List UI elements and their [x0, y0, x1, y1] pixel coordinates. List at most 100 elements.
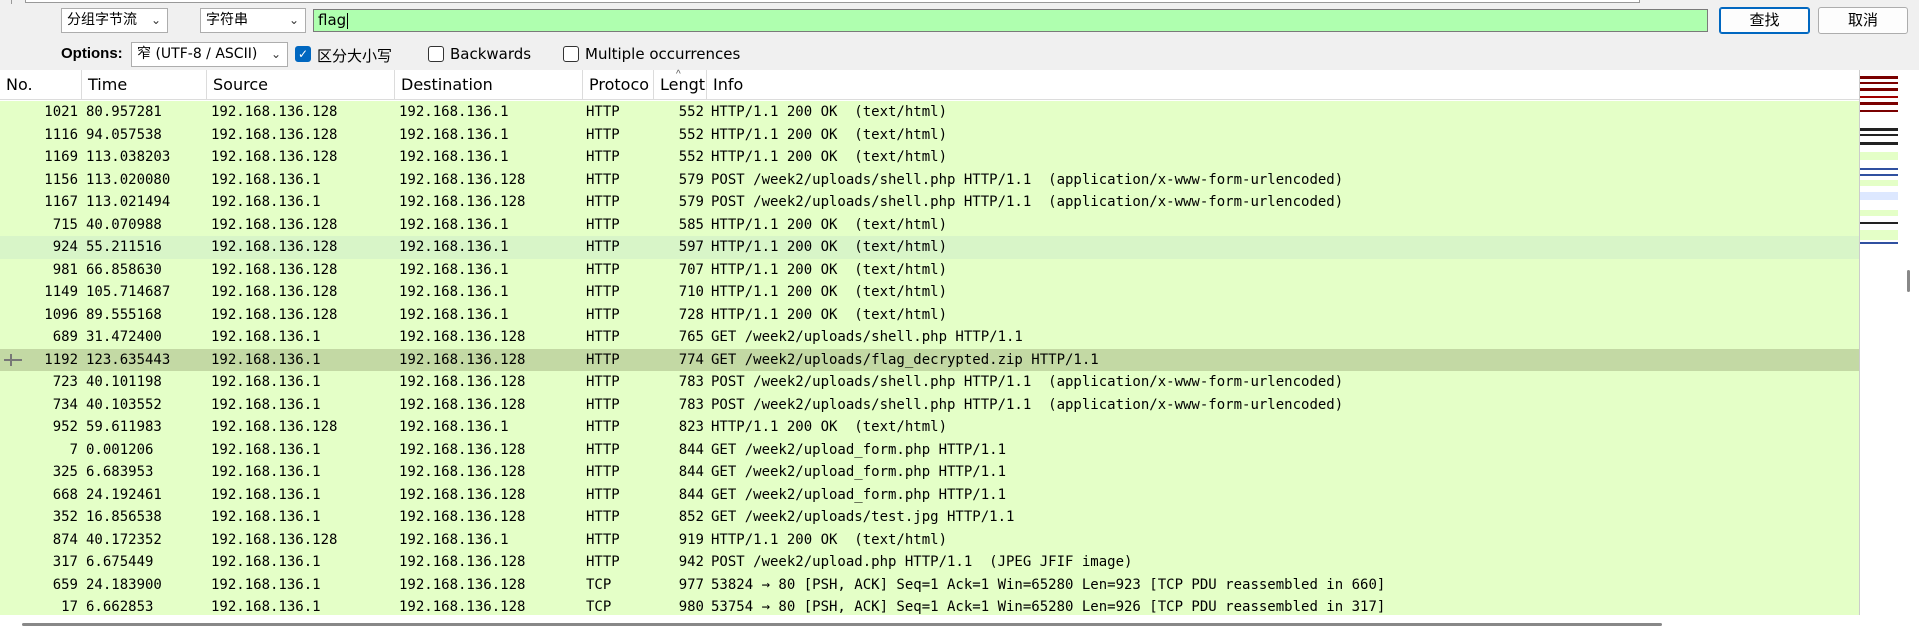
- packet-length: 919: [678, 531, 704, 548]
- packet-protocol: HTTP: [586, 171, 620, 188]
- packet-protocol: HTTP: [586, 351, 620, 368]
- packet-destination: 192.168.136.1: [399, 104, 509, 120]
- packet-destination: 192.168.136.1: [399, 419, 509, 435]
- packet-length: 579: [678, 171, 704, 188]
- packet-destination: 192.168.136.128: [399, 171, 526, 188]
- minimap-mark: [1860, 96, 1898, 98]
- packet-info: HTTP/1.1 200 OK (text/html): [711, 261, 948, 278]
- column-header-no[interactable]: No.: [0, 70, 82, 100]
- minimap-mark: [1860, 222, 1898, 224]
- packet-destination: 192.168.136.128: [399, 441, 526, 458]
- vertical-scrollbar-thumb[interactable]: [1907, 270, 1910, 292]
- packet-source: 192.168.136.1: [211, 441, 321, 458]
- minimap-mark: [1860, 242, 1898, 244]
- column-header-source[interactable]: Source: [207, 70, 395, 100]
- packet-row[interactable]: 17 6.662853 192.168.136.1 192.168.136.128 TC…: [0, 596, 1859, 615]
- column-header-time[interactable]: Time: [82, 70, 207, 100]
- packet-row[interactable]: 952 59.611983 192.168.136.128 192.168.136.1…: [0, 416, 1859, 439]
- horizontal-scrollbar[interactable]: [0, 615, 1919, 631]
- packet-row[interactable]: 981 66.858630 192.168.136.128 192.168.136.1…: [0, 258, 1859, 281]
- packet-row[interactable]: 715 40.070988 192.168.136.128 192.168.136.1…: [0, 213, 1859, 236]
- packet-minimap[interactable]: [1859, 70, 1899, 615]
- minimap-mark: [1860, 134, 1898, 136]
- packet-row[interactable]: 659 24.183900 192.168.136.1 192.168.136.128…: [0, 573, 1859, 596]
- packet-length: 707: [678, 261, 704, 278]
- packet-time: 113.021494: [86, 194, 171, 210]
- search-type-select[interactable]: 字符串 ⌄: [200, 8, 306, 33]
- minimap-mark: [1860, 110, 1898, 112]
- packet-protocol: HTTP: [586, 104, 620, 120]
- backwards-checkbox[interactable]: [428, 46, 444, 62]
- packet-protocol: HTTP: [586, 149, 620, 165]
- search-input[interactable]: flag: [313, 9, 1708, 32]
- case-sensitive-label: 区分大小写: [317, 47, 393, 65]
- top-strip-bar: [25, 0, 1640, 3]
- packet-destination: 192.168.136.128: [399, 554, 526, 570]
- packet-protocol: HTTP: [586, 284, 620, 300]
- packet-length: 774: [678, 351, 704, 368]
- packet-row[interactable]: 689 31.472400 192.168.136.1 192.168.136.128…: [0, 326, 1859, 349]
- packet-number: 1116: [44, 126, 78, 143]
- packet-row[interactable]: 1169 113.038203 192.168.136.128 192.168.136…: [0, 146, 1859, 169]
- multiple-occurrences-checkbox[interactable]: [563, 46, 579, 62]
- packet-number: 1149: [44, 284, 78, 300]
- minimap-mark: [1860, 88, 1898, 91]
- horizontal-scrollbar-thumb[interactable]: [22, 623, 1662, 626]
- packet-info: HTTP/1.1 200 OK (text/html): [711, 531, 948, 548]
- packet-source: 192.168.136.128: [211, 284, 338, 300]
- packet-row[interactable]: 317 6.675449 192.168.136.1 192.168.136.128 H…: [0, 551, 1859, 574]
- packet-number: 317: [52, 554, 78, 570]
- packet-info: GET /week2/upload_form.php HTTP/1.1: [711, 441, 1007, 458]
- display-format-select[interactable]: 分组字节流 ⌄: [61, 8, 168, 33]
- packet-source: 192.168.136.1: [211, 374, 321, 390]
- packet-source: 192.168.136.1: [211, 464, 321, 480]
- packet-time: 94.057538: [86, 126, 162, 143]
- packet-destination: 192.168.136.128: [399, 329, 526, 345]
- packet-length: 783: [678, 396, 704, 413]
- packet-row[interactable]: 325 6.683953 192.168.136.1 192.168.136.128 H…: [0, 461, 1859, 484]
- packet-source: 192.168.136.128: [211, 306, 338, 323]
- packet-row[interactable]: 352 16.856538 192.168.136.1 192.168.136.128…: [0, 506, 1859, 529]
- packet-row[interactable]: 874 40.172352 192.168.136.128 192.168.136.1…: [0, 528, 1859, 551]
- column-header-info[interactable]: Info: [707, 70, 1859, 100]
- packet-length: 552: [678, 149, 704, 165]
- minimap-mark: [1860, 230, 1898, 240]
- packet-number: 952: [52, 419, 78, 435]
- column-header-protocol[interactable]: Protoco: [583, 70, 654, 100]
- packet-row[interactable]: 1167 113.021494 192.168.136.1 192.168.136.1…: [0, 191, 1859, 214]
- packet-row[interactable]: 1096 89.555168 192.168.136.128 192.168.136.…: [0, 303, 1859, 326]
- packet-row[interactable]: 1156 113.020080 192.168.136.1 192.168.136.1…: [0, 168, 1859, 191]
- packet-source: 192.168.136.1: [211, 171, 321, 188]
- packet-destination: 192.168.136.128: [399, 194, 526, 210]
- packet-number: 689: [52, 329, 78, 345]
- packet-time: 6.662853: [86, 599, 154, 615]
- find-button[interactable]: 查找: [1719, 7, 1810, 34]
- packet-time: 40.101198: [86, 374, 162, 390]
- options-row: Options: 窄 (UTF-8 / ASCII) ⌄ ✓ 区分大小写 Bac…: [0, 41, 1919, 69]
- packet-row[interactable]: 1149 105.714687 192.168.136.128 192.168.136…: [0, 281, 1859, 304]
- packet-destination: 192.168.136.128: [399, 464, 526, 480]
- packet-row[interactable]: 1192 123.635443 192.168.136.1 192.168.136.1…: [0, 348, 1859, 371]
- packet-row[interactable]: 924 55.211516 192.168.136.128 192.168.136.1…: [0, 236, 1859, 259]
- packet-row[interactable]: 668 24.192461 192.168.136.1 192.168.136.128…: [0, 483, 1859, 506]
- packet-row[interactable]: 7 0.001206 192.168.136.1 192.168.136.128 HTT…: [0, 438, 1859, 461]
- packet-length: 783: [678, 374, 704, 390]
- packet-time: 80.957281: [86, 104, 162, 120]
- encoding-select[interactable]: 窄 (UTF-8 / ASCII) ⌄: [131, 42, 288, 67]
- packet-list: No. Time Source Destination Protoco Leng…: [0, 69, 1919, 615]
- packet-row[interactable]: 1116 94.057538 192.168.136.128 192.168.136.…: [0, 123, 1859, 146]
- packet-list-header: No. Time Source Destination Protoco Leng…: [0, 69, 1859, 100]
- case-sensitive-checkbox[interactable]: ✓: [295, 46, 311, 62]
- packet-row[interactable]: 734 40.103552 192.168.136.1 192.168.136.128…: [0, 393, 1859, 416]
- packet-row[interactable]: 1021 80.957281 192.168.136.128 192.168.136.…: [0, 101, 1859, 124]
- vertical-scrollbar[interactable]: [1899, 70, 1919, 615]
- cancel-button[interactable]: 取消: [1818, 7, 1908, 34]
- packet-info: POST /week2/upload.php HTTP/1.1 (JPEG JF…: [711, 554, 1133, 570]
- packet-time: 31.472400: [86, 329, 162, 345]
- packet-number: 659: [52, 576, 78, 593]
- packet-source: 192.168.136.1: [211, 351, 321, 368]
- packet-number: 981: [52, 261, 78, 278]
- column-header-destination[interactable]: Destination: [395, 70, 583, 100]
- packet-time: 105.714687: [86, 284, 171, 300]
- packet-row[interactable]: 723 40.101198 192.168.136.1 192.168.136.128…: [0, 371, 1859, 394]
